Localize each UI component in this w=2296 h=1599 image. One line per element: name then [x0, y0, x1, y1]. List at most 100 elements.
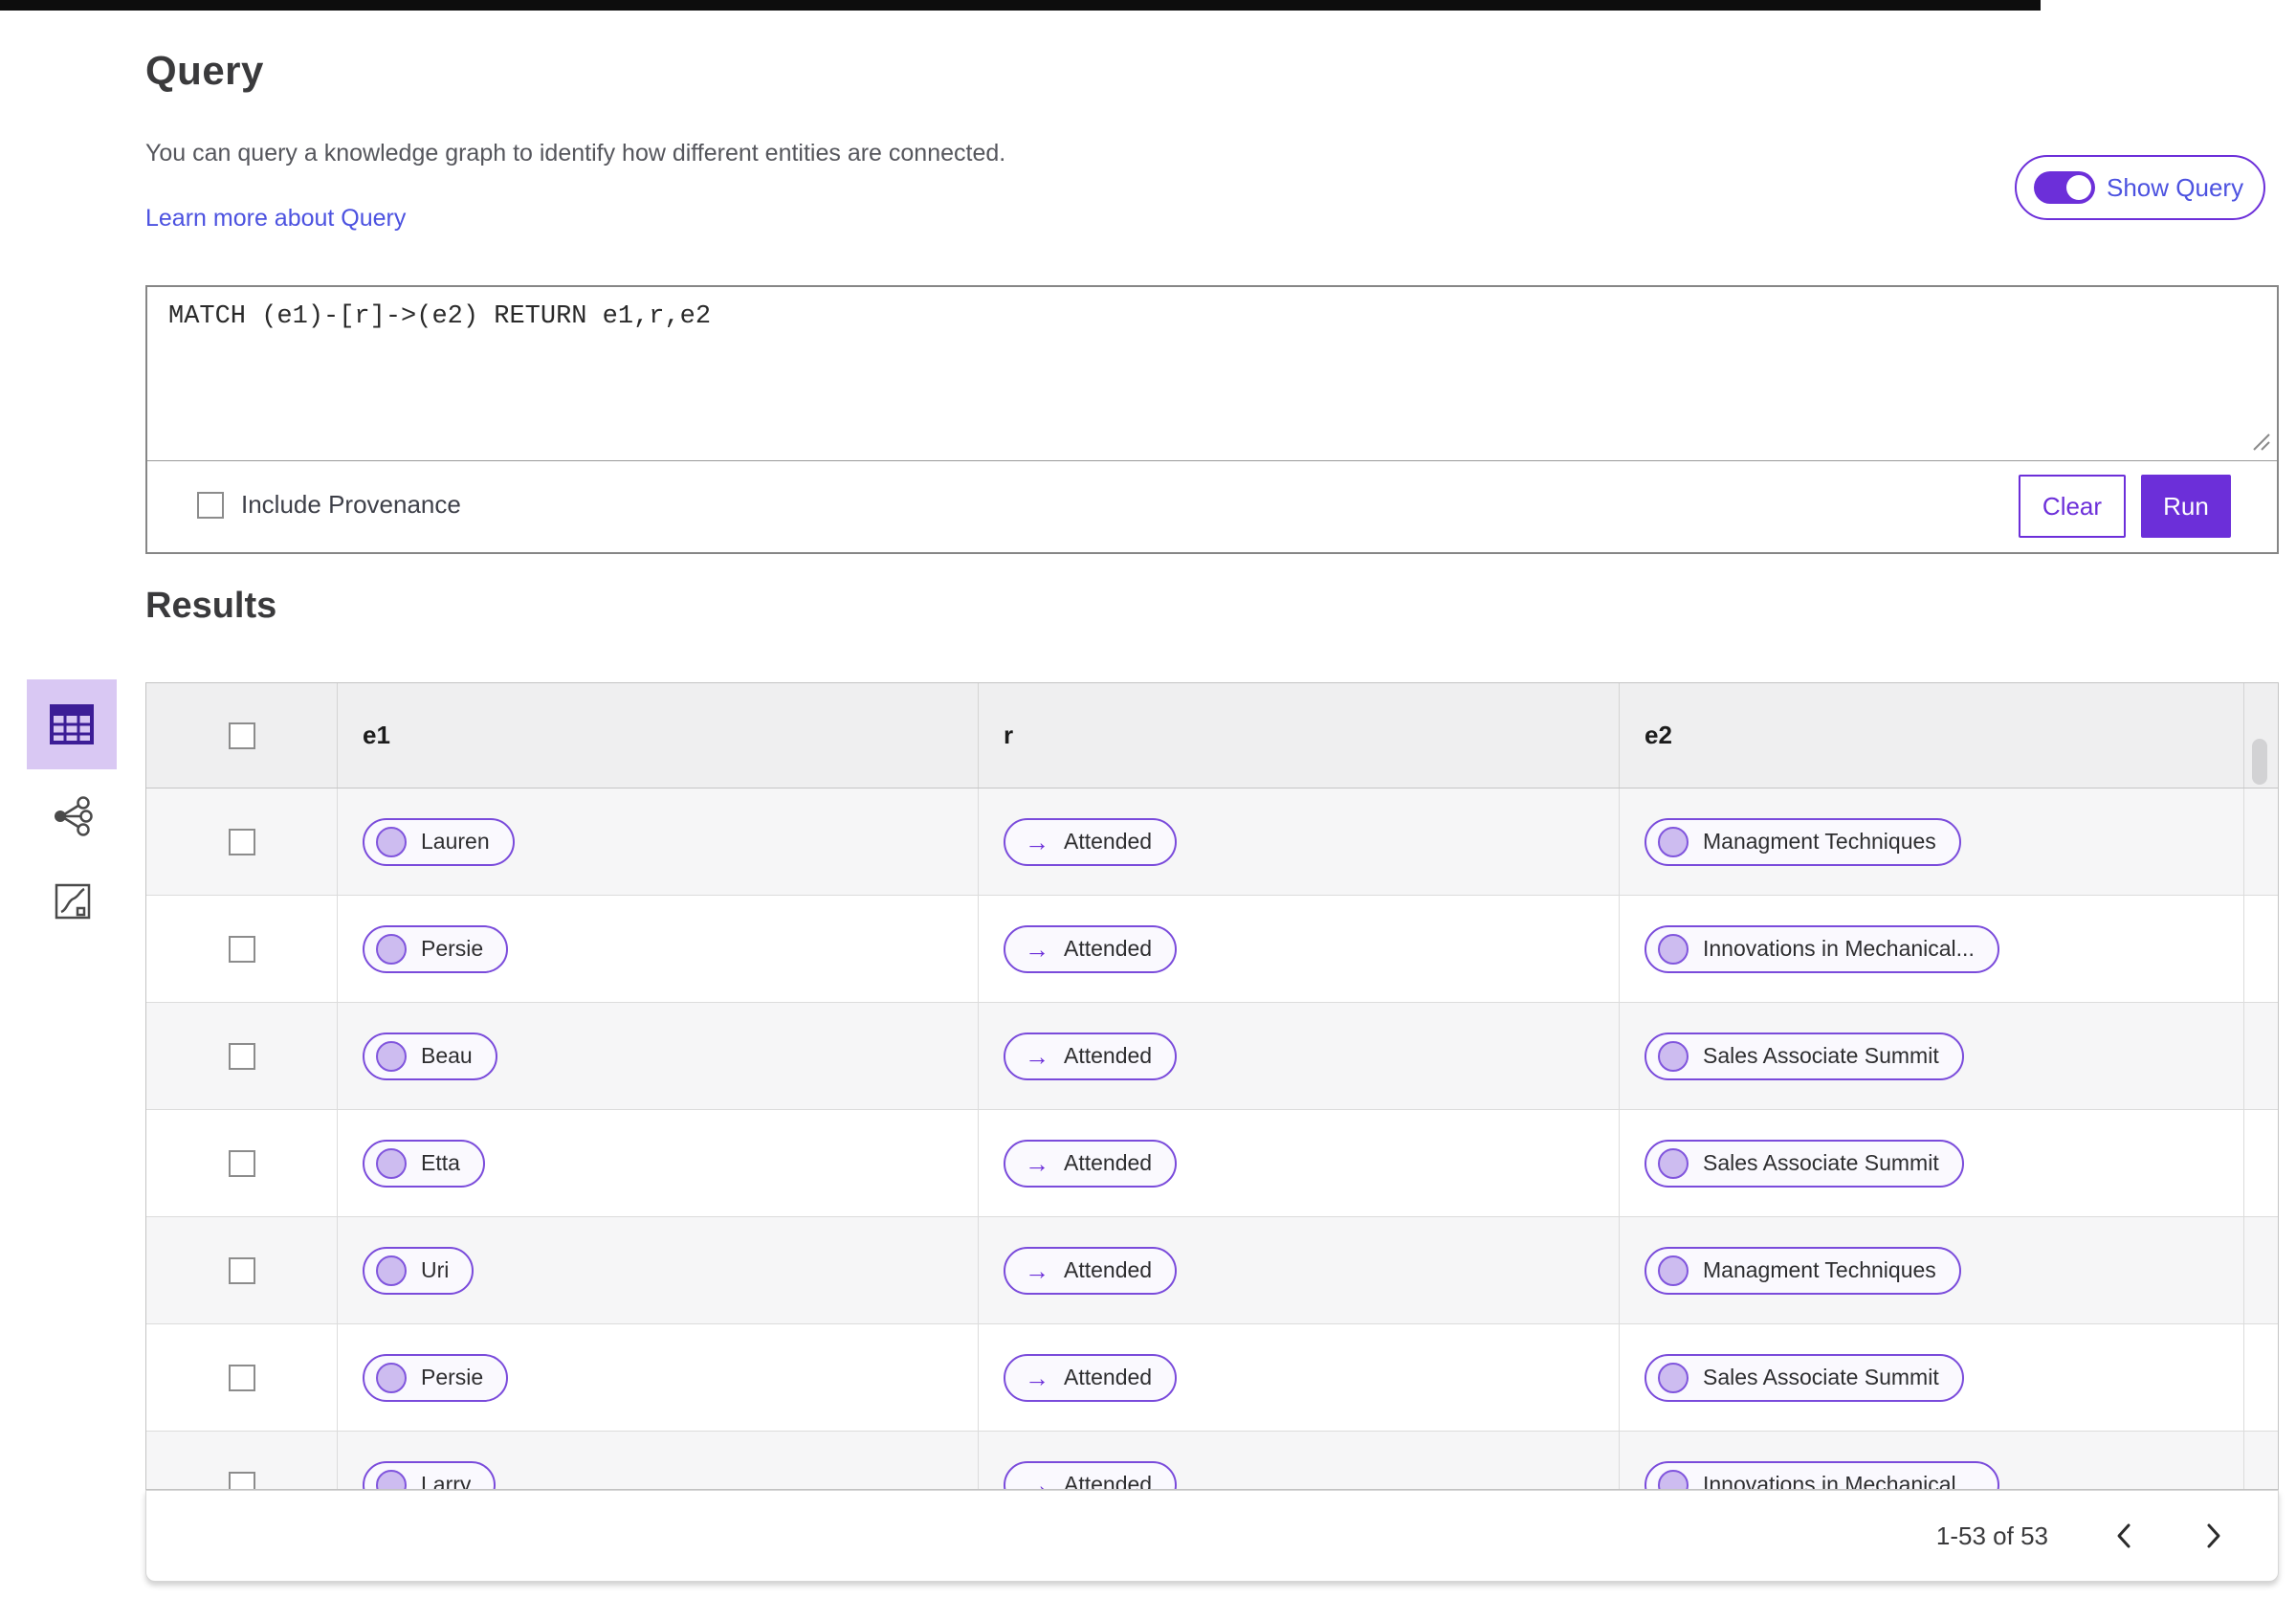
e2-pill-label: Sales Associate Summit — [1703, 1150, 1939, 1175]
entity-pill-e1[interactable]: Beau — [363, 1032, 497, 1080]
e1-pill-label: Persie — [421, 936, 484, 961]
relation-pill[interactable]: Attended — [1004, 924, 1178, 973]
entity-pill-e1[interactable]: Lauren — [363, 817, 515, 866]
column-header-e2[interactable]: e2 — [1620, 683, 2244, 788]
table-row: Etta Attended Sales Associate Summit — [146, 1110, 2278, 1217]
e1-pill-label: Uri — [421, 1257, 450, 1282]
entity-node-icon — [1658, 933, 1689, 965]
e1-pill-label: Beau — [421, 1043, 473, 1068]
entity-pill-e1[interactable]: Persie — [363, 924, 509, 973]
relation-pill-label: Attended — [1064, 1257, 1153, 1282]
arrow-right-icon — [1025, 1044, 1049, 1069]
arrow-right-icon — [1025, 1151, 1049, 1176]
row-checkbox[interactable] — [228, 1042, 255, 1070]
table-row: Larry Attended Innovations in Mechanical… — [146, 1432, 2278, 1490]
include-provenance-label: Include Provenance — [241, 490, 461, 519]
e2-pill-label: Managment Techniques — [1703, 829, 1936, 854]
relation-pill[interactable]: Attended — [1004, 1460, 1178, 1490]
row-checkbox[interactable] — [228, 1256, 255, 1284]
pagination-bar: 1-53 of 53 — [145, 1490, 2279, 1582]
query-text-input[interactable]: MATCH (e1)-[r]->(e2) RETURN e1,r,e2 — [168, 302, 711, 331]
relation-pill-label: Attended — [1064, 1043, 1153, 1068]
table-row: Uri Attended Managment Techniques — [146, 1217, 2278, 1324]
entity-node-icon — [376, 933, 407, 965]
toggle-on-icon — [2034, 171, 2095, 204]
relation-pill[interactable]: Attended — [1004, 817, 1178, 866]
relation-pill[interactable]: Attended — [1004, 1139, 1178, 1188]
entity-pill-e2[interactable]: Innovations in Mechanical... — [1645, 924, 1999, 973]
entity-pill-e1[interactable]: Uri — [363, 1246, 475, 1295]
query-page: Query You can query a knowledge graph to… — [0, 0, 2296, 1599]
table-row: Lauren Attended Managment Techniques — [146, 788, 2278, 896]
chevron-right-icon — [2207, 1523, 2220, 1548]
entity-node-icon — [376, 1469, 407, 1489]
learn-more-link[interactable]: Learn more about Query — [145, 205, 406, 233]
graph-view-icon — [55, 796, 93, 836]
graph-view-button[interactable] — [48, 791, 98, 841]
e2-pill-label: Innovations in Mechanical... — [1703, 936, 1975, 961]
e2-pill-label: Innovations in Mechanical... — [1703, 1472, 1975, 1490]
e2-pill-label: Sales Associate Summit — [1703, 1043, 1939, 1068]
entity-node-icon — [376, 1255, 407, 1286]
top-black-bar — [0, 0, 2041, 11]
row-checkbox[interactable] — [228, 935, 255, 963]
relation-pill-label: Attended — [1064, 829, 1153, 854]
table-body: Lauren Attended Managment Techniques Per… — [146, 788, 2278, 1490]
relation-pill-label: Attended — [1064, 936, 1153, 961]
arrow-right-icon — [1025, 1473, 1049, 1490]
entity-node-icon — [1658, 826, 1689, 857]
table-view-button[interactable] — [27, 679, 117, 769]
relation-pill[interactable]: Attended — [1004, 1246, 1178, 1295]
chart-view-button[interactable] — [50, 878, 96, 924]
entity-pill-e1[interactable]: Persie — [363, 1353, 509, 1402]
entity-pill-e2[interactable]: Innovations in Mechanical... — [1645, 1460, 1999, 1490]
arrow-right-icon — [1025, 937, 1049, 962]
e2-pill-label: Sales Associate Summit — [1703, 1365, 1939, 1389]
previous-page-button[interactable] — [2109, 1516, 2138, 1556]
entity-pill-e2[interactable]: Managment Techniques — [1645, 817, 1961, 866]
query-editor-panel: MATCH (e1)-[r]->(e2) RETURN e1,r,e2 Incl… — [145, 285, 2279, 554]
row-checkbox[interactable] — [228, 828, 255, 855]
row-checkbox[interactable] — [228, 1364, 255, 1391]
table-row: Persie Attended Innovations in Mechanica… — [146, 896, 2278, 1003]
column-header-e1[interactable]: e1 — [338, 683, 979, 788]
page-description: You can query a knowledge graph to ident… — [145, 140, 1006, 167]
arrow-right-icon — [1025, 1366, 1049, 1390]
entity-pill-e2[interactable]: Managment Techniques — [1645, 1246, 1961, 1295]
e1-pill-label: Larry — [421, 1472, 472, 1490]
clear-button[interactable]: Clear — [2019, 475, 2126, 538]
show-query-toggle[interactable]: Show Query — [2015, 155, 2265, 220]
relation-pill-label: Attended — [1064, 1150, 1153, 1175]
table-header-row: e1 r e2 — [146, 683, 2278, 788]
row-checkbox[interactable] — [228, 1471, 255, 1489]
e1-pill-label: Etta — [421, 1150, 460, 1175]
e1-pill-label: Lauren — [421, 829, 490, 854]
entity-pill-e2[interactable]: Sales Associate Summit — [1645, 1139, 1964, 1188]
select-all-checkbox[interactable] — [228, 722, 255, 749]
entity-node-icon — [1658, 1362, 1689, 1393]
entity-pill-e1[interactable]: Etta — [363, 1139, 485, 1188]
entity-node-icon — [1658, 1040, 1689, 1072]
entity-pill-e2[interactable]: Sales Associate Summit — [1645, 1032, 1964, 1080]
chevron-left-icon — [2117, 1523, 2130, 1548]
relation-pill[interactable]: Attended — [1004, 1353, 1178, 1402]
entity-node-icon — [1658, 1469, 1689, 1489]
next-page-button[interactable] — [2199, 1516, 2228, 1556]
entity-node-icon — [376, 826, 407, 857]
entity-node-icon — [376, 1147, 407, 1179]
arrow-right-icon — [1025, 1258, 1049, 1283]
table-view-icon — [50, 704, 94, 744]
relation-pill[interactable]: Attended — [1004, 1032, 1178, 1080]
entity-pill-e2[interactable]: Sales Associate Summit — [1645, 1353, 1964, 1402]
entity-node-icon — [1658, 1147, 1689, 1179]
column-header-r[interactable]: r — [979, 683, 1620, 788]
include-provenance-checkbox[interactable] — [197, 491, 224, 519]
vertical-scrollbar[interactable] — [2252, 739, 2267, 785]
show-query-label: Show Query — [2107, 172, 2244, 202]
entity-node-icon — [376, 1362, 407, 1393]
table-row: Persie Attended Sales Associate Summit — [146, 1324, 2278, 1432]
row-checkbox[interactable] — [228, 1149, 255, 1177]
resize-handle-icon[interactable] — [2248, 429, 2271, 452]
entity-pill-e1[interactable]: Larry — [363, 1460, 497, 1490]
run-button[interactable]: Run — [2141, 475, 2231, 538]
